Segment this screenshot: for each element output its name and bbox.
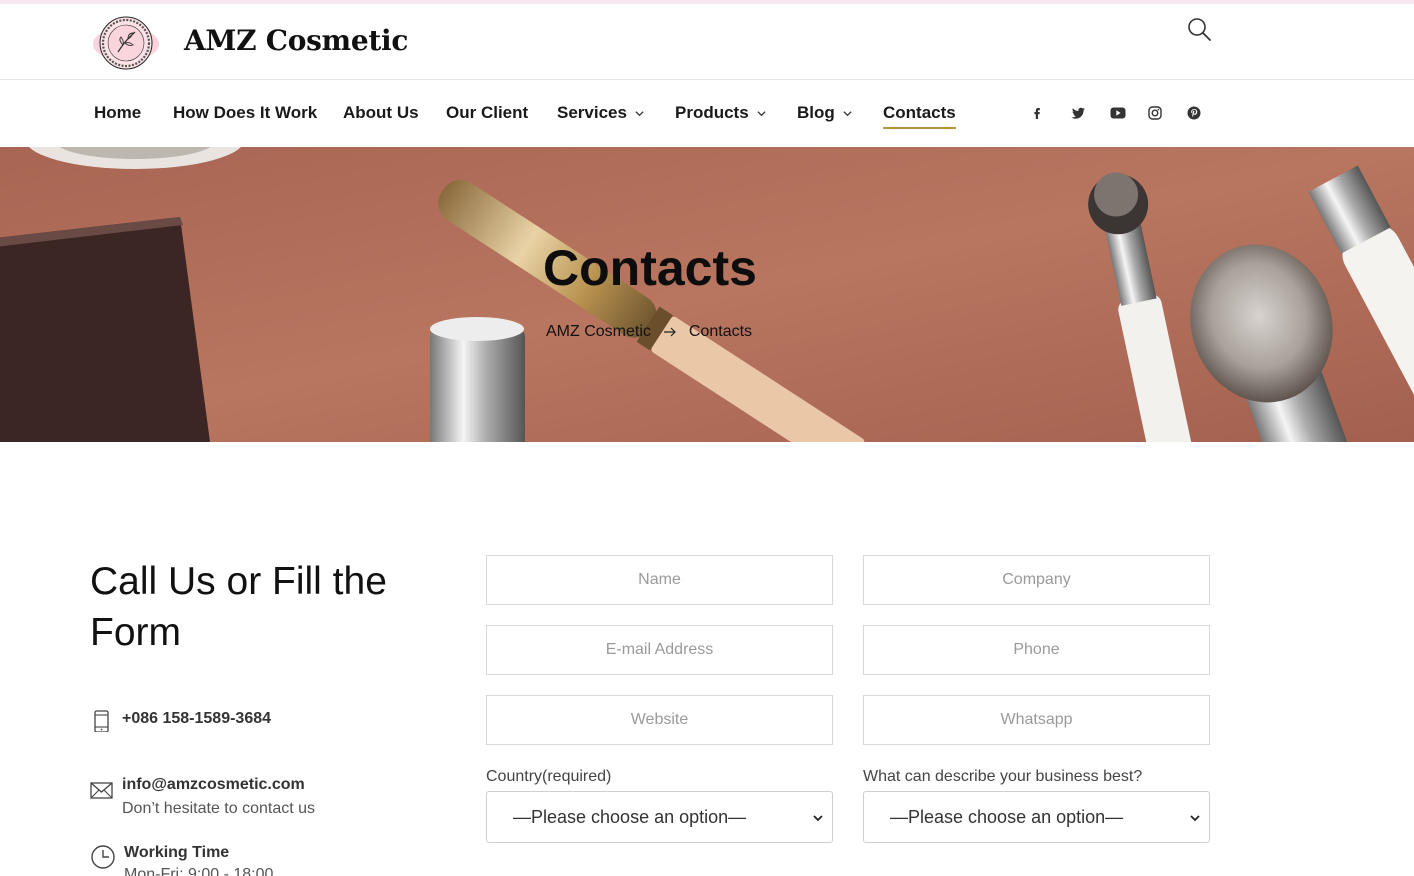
phone-number[interactable]: +086 158-1589-3684 [122,708,271,730]
whatsapp-input[interactable] [863,695,1210,745]
site-header: AMZ Cosmetic [0,4,1414,80]
nav-item-label: Products [675,103,749,122]
business-type-label: What can describe your business best? [863,768,1143,785]
nav-item-products[interactable]: Products [675,103,767,123]
brand-name[interactable]: AMZ Cosmetic [184,24,408,57]
twitter-icon[interactable] [1068,103,1088,123]
brand-logo[interactable] [90,14,166,72]
nav-item-how-does-it-work[interactable]: How Does It Work [173,103,317,123]
chevron-down-icon [843,110,852,116]
nav-item-label: Our Client [446,103,529,122]
nav-item-our-client[interactable]: Our Client [446,103,528,123]
chevron-down-icon [813,815,823,822]
country-select-value: —Please choose an option— [513,806,747,827]
contact-phone: +086 158-1589-3684 [90,708,271,732]
nav-item-label: Blog [797,103,835,122]
page-title: Contacts [543,240,757,296]
contact-email: info@amzcosmetic.com Don’t hesitate to c… [90,774,315,820]
nav-item-label: About Us [343,103,419,122]
company-input[interactable] [863,555,1210,605]
chevron-down-icon [1190,815,1200,822]
chevron-down-icon [635,110,644,116]
website-input[interactable] [486,695,833,745]
nav-item-label: Home [94,103,142,122]
youtube-icon[interactable] [1108,103,1128,123]
contact-working-time: Working Time Mon-Fri: 9:00 - 18:00 [90,842,273,876]
breadcrumb: AMZ Cosmetic Contacts [546,323,752,341]
facebook-icon[interactable] [1027,103,1047,123]
main-nav: Home How Does It Work About Us Our Clien… [0,81,1414,147]
instagram-icon[interactable] [1145,103,1165,123]
working-time-value: Mon-Fri: 9:00 - 18:00 [124,866,274,876]
nav-item-blog[interactable]: Blog [797,103,853,123]
phone-icon [94,710,109,732]
name-input[interactable] [486,555,833,605]
search-icon[interactable] [1186,16,1212,42]
email-note: Don’t hesitate to contact us [122,800,315,817]
section-title: Call Us or Fill the Form [90,560,387,654]
business-type-select[interactable]: —Please choose an option— [863,791,1210,843]
nav-item-contacts[interactable]: Contacts [883,103,956,129]
nav-item-about-us[interactable]: About Us [343,103,419,123]
email-input[interactable] [486,625,833,675]
arrow-right-icon [663,327,676,337]
phone-input[interactable] [863,625,1210,675]
breadcrumb-current: Contacts [688,323,753,340]
nav-item-label: How Does It Work [173,103,318,122]
business-type-select-value: —Please choose an option— [890,806,1124,827]
working-time-label: Working Time [124,844,230,861]
nav-item-home[interactable]: Home [94,103,141,123]
nav-item-label: Contacts [883,103,956,122]
clock-icon [91,845,115,869]
chevron-down-icon [757,110,766,116]
nav-item-services[interactable]: Services [557,103,645,123]
email-address[interactable]: info@amzcosmetic.com [122,774,315,796]
envelope-icon [90,782,113,799]
country-label: Country(required) [486,768,612,785]
nav-item-label: Services [557,103,627,122]
country-select[interactable]: —Please choose an option— [486,791,833,843]
pinterest-icon[interactable] [1184,103,1204,123]
breadcrumb-home-link[interactable]: AMZ Cosmetic [546,323,651,341]
page-hero-banner: Contacts AMZ Cosmetic Contacts [0,147,1414,442]
